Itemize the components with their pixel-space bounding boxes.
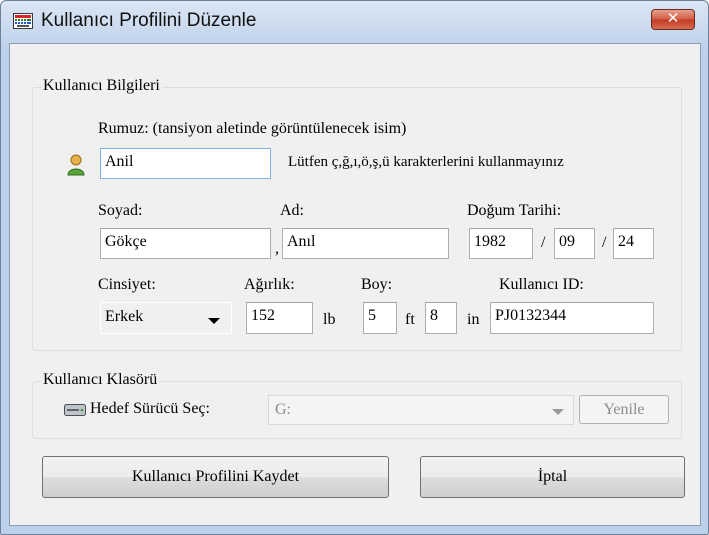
save-profile-button[interactable]: Kullanıcı Profilini Kaydet [42, 456, 389, 498]
name-label: Ad: [280, 202, 304, 219]
window-title: Kullanıcı Profilini Düzenle [41, 10, 257, 31]
birth-year-input[interactable]: 1982 [469, 228, 533, 259]
weight-unit: lb [323, 311, 336, 328]
date-separator: / [541, 234, 546, 251]
refresh-button[interactable]: Yenile [579, 395, 669, 424]
dialog-body: Kullanıcı Bilgileri Rumuz: (tansiyon ale… [9, 43, 701, 526]
close-button[interactable]: ✕ [651, 9, 695, 30]
target-drive-label: Hedef Sürücü Seç: [90, 400, 210, 417]
height-feet-unit: ft [405, 311, 415, 328]
height-feet-input[interactable]: 5 [363, 302, 397, 334]
surname-input[interactable]: Gökçe [100, 228, 271, 259]
user-icon [67, 154, 85, 176]
close-icon: ✕ [666, 9, 680, 27]
height-inches-input[interactable]: 8 [425, 302, 457, 334]
target-drive-select[interactable]: G: [268, 395, 574, 425]
drive-icon [64, 404, 86, 416]
height-inches-unit: in [467, 311, 480, 328]
gender-select[interactable]: Erkek [100, 302, 232, 334]
name-separator: , [275, 240, 279, 257]
user-info-group-title: Kullanıcı Bilgileri [41, 77, 162, 95]
birth-date-label: Doğum Tarihi: [467, 202, 562, 219]
user-id-input[interactable]: PJ0132344 [490, 302, 654, 334]
birth-month-input[interactable]: 09 [554, 228, 595, 259]
user-folder-group-title: Kullanıcı Klasörü [41, 371, 160, 389]
save-profile-button-label: Kullanıcı Profilini Kaydet [131, 468, 300, 485]
birth-day-input[interactable]: 24 [613, 228, 654, 259]
dialog-window: Kullanıcı Profilini Düzenle ✕ Kullanıcı … [0, 0, 709, 535]
nickname-hint: Lütfen ç,ğ,ı,ö,ş,ü karakterlerini kullan… [288, 154, 564, 170]
date-separator: / [602, 234, 607, 251]
height-label: Boy: [361, 276, 393, 293]
name-input[interactable]: Anıl [282, 228, 449, 259]
nickname-input[interactable]: Anil [100, 148, 271, 179]
nickname-label: Rumuz: (tansiyon aletinde görüntülenecek… [98, 120, 407, 137]
surname-label: Soyad: [98, 202, 143, 219]
gender-label: Cinsiyet: [98, 276, 156, 293]
user-id-label: Kullanıcı ID: [499, 276, 584, 293]
refresh-button-label: Yenile [603, 401, 645, 418]
chevron-down-icon [208, 318, 220, 324]
weight-input[interactable]: 152 [246, 302, 313, 334]
keyboard-icon [13, 13, 33, 29]
chevron-down-icon [552, 409, 564, 415]
weight-label: Ağırlık: [244, 276, 295, 293]
gender-selected-value: Erkek [105, 308, 144, 325]
cancel-button[interactable]: İptal [420, 456, 685, 498]
target-drive-value: G: [275, 401, 291, 418]
cancel-button-label: İptal [537, 468, 568, 485]
title-bar[interactable]: Kullanıcı Profilini Düzenle ✕ [1, 1, 708, 43]
